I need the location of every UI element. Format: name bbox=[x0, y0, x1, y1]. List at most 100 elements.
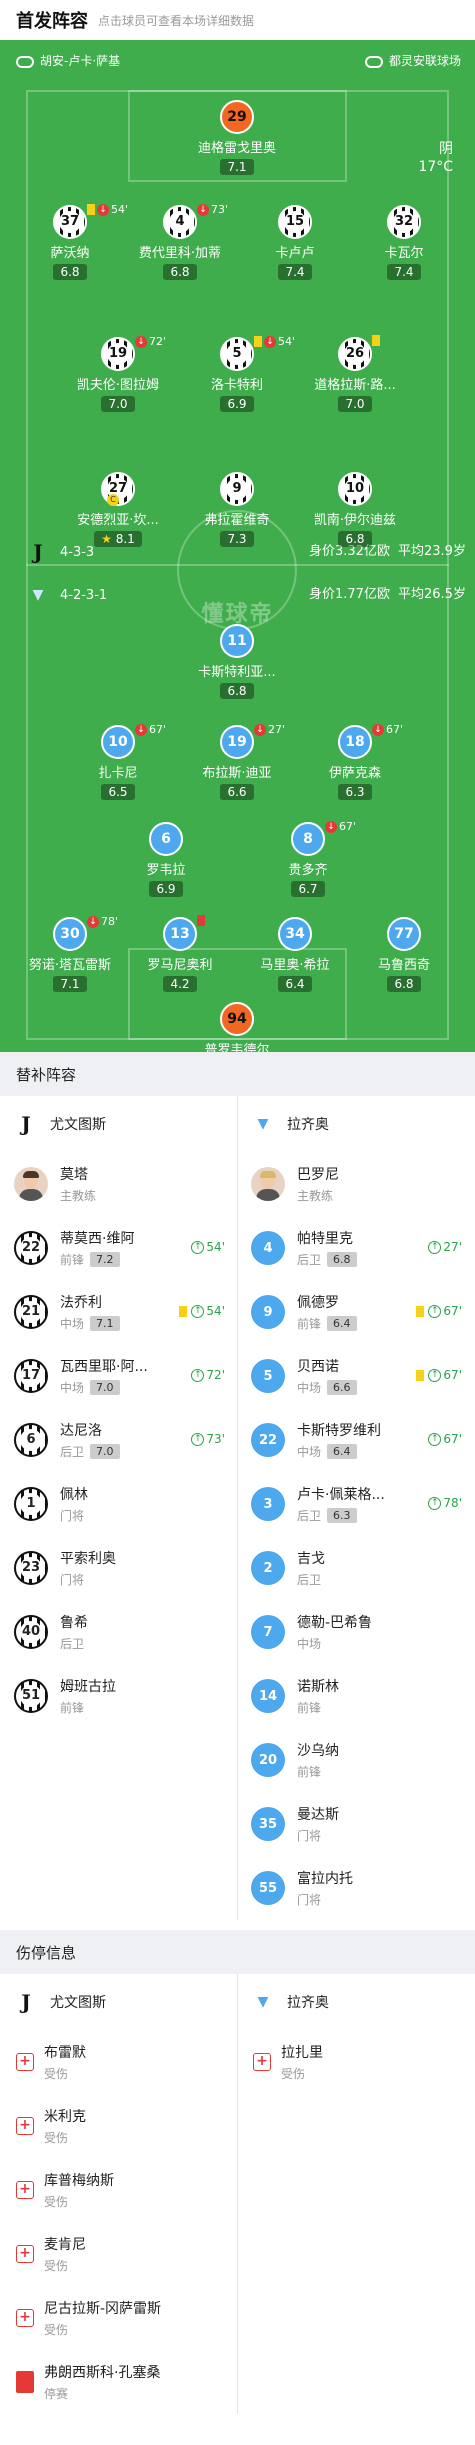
sub-player-row[interactable]: 23 平索利奥 门将 bbox=[0, 1536, 237, 1600]
player-marker[interactable]: 94普罗韦德尔7.1 bbox=[182, 1002, 292, 1052]
sub-player-row[interactable]: 22 蒂莫西·维阿 前锋 7.2 ↑ 54' bbox=[0, 1216, 237, 1280]
jersey-number: 6 bbox=[20, 1429, 42, 1451]
player-marker[interactable]: 13 罗马尼奥利 4.2 bbox=[125, 915, 235, 992]
injury-info: 拉扎里 受伤 bbox=[281, 2042, 323, 2082]
sub-player-meta: 中场 7.1 bbox=[60, 1315, 120, 1332]
sub-player-row[interactable]: 14 诺斯林 前锋 bbox=[237, 1664, 474, 1728]
jersey-number: 9 bbox=[226, 478, 248, 500]
sub-player-row[interactable]: 1 佩林 门将 bbox=[0, 1472, 237, 1536]
injury-row[interactable]: + 拉扎里 受伤 bbox=[237, 2030, 474, 2094]
sub-in-icon: ↑ bbox=[191, 1304, 205, 1318]
player-rating: 6.7 bbox=[291, 881, 325, 897]
sub-player-meta: 后卫 bbox=[60, 1635, 88, 1652]
player-marker[interactable]: 34 马里奥·希拉 6.4 bbox=[240, 917, 350, 992]
player-marker[interactable]: 15 卡卢卢 7.4 bbox=[240, 205, 350, 280]
sub-player-row[interactable]: 20 沙乌纳 前锋 bbox=[237, 1728, 474, 1792]
player-rating: 7.1 bbox=[53, 976, 87, 992]
sub-player-row[interactable]: 3 卢卡·佩莱格... 后卫 6.3 ↑ 78' bbox=[237, 1472, 474, 1536]
jersey-icon: 20 bbox=[251, 1743, 285, 1777]
injury-cross-icon: + bbox=[253, 2053, 271, 2071]
injury-info: 库普梅纳斯 受伤 bbox=[44, 2170, 114, 2210]
player-name: 马鲁西奇 bbox=[377, 958, 430, 973]
jersey-icon: 32 bbox=[387, 205, 421, 239]
player-marker[interactable]: 19 ↓ 72' 凯夫伦·图拉姆 7.0 bbox=[63, 335, 173, 412]
player-marker[interactable]: 37 ↓ 54' 萨沃纳 6.8 bbox=[15, 203, 128, 280]
player-marker[interactable]: 27 C 安德烈亚·坎... ★ 8.1 bbox=[63, 472, 173, 547]
sub-player-name: 卢卡·佩莱格... bbox=[297, 1487, 385, 1503]
jersey-number: 19 bbox=[227, 734, 247, 750]
home-team-row[interactable]: J 尤文图斯 bbox=[0, 1974, 237, 2030]
sub-player-row[interactable]: 9 佩德罗 前锋 6.4 ↑ 67' bbox=[237, 1280, 474, 1344]
injury-row[interactable]: + 麦肯尼 受伤 bbox=[0, 2222, 237, 2286]
sub-player-row[interactable]: 40 鲁希 后卫 bbox=[0, 1600, 237, 1664]
away-team-row[interactable]: ▼ 拉齐奥 bbox=[237, 1096, 474, 1152]
jersey-number: 13 bbox=[170, 926, 190, 942]
sub-player-row[interactable]: 21 法乔利 中场 7.1 ↑ 54' bbox=[0, 1280, 237, 1344]
player-marker[interactable]: 6 罗韦拉 6.9 bbox=[111, 822, 221, 897]
sub-player-info: 富拉内托 门将 bbox=[297, 1868, 353, 1908]
red-card-icon bbox=[197, 915, 205, 926]
jersey-icon: 10 bbox=[338, 472, 372, 506]
lazio-logo-icon: ▼ bbox=[257, 1116, 269, 1132]
sub-player-row[interactable]: 2 吉戈 后卫 bbox=[237, 1536, 474, 1600]
player-name: 卡瓦尔 bbox=[384, 246, 424, 261]
player-marker[interactable]: 9 弗拉霍维奇 7.3 bbox=[182, 472, 292, 547]
home-coach-row[interactable]: 莫塔 主教练 bbox=[0, 1152, 237, 1216]
sub-player-row[interactable]: 7 德勒-巴希鲁 中场 bbox=[237, 1600, 474, 1664]
injury-row[interactable]: + 库普梅纳斯 受伤 bbox=[0, 2158, 237, 2222]
jersey-number: 9 bbox=[263, 1304, 273, 1320]
lineup-title: 首发阵容 bbox=[16, 11, 88, 32]
injury-row[interactable]: 弗朗西斯科·孔塞桑 停赛 bbox=[0, 2350, 237, 2414]
sub-player-row[interactable]: 51 姆班古拉 前锋 bbox=[0, 1664, 237, 1728]
away-coach-row[interactable]: 巴罗尼 主教练 bbox=[237, 1152, 474, 1216]
away-team-row[interactable]: ▼ 拉齐奥 bbox=[237, 1974, 474, 2030]
player-marker[interactable]: 19 ↓ 27' 布拉斯·迪亚 6.6 bbox=[182, 723, 292, 800]
sub-player-row[interactable]: 6 达尼洛 后卫 7.0 ↑ 73' bbox=[0, 1408, 237, 1472]
jersey-number: 32 bbox=[393, 211, 415, 233]
sub-player-position: 中场 bbox=[60, 1317, 85, 1331]
jersey-number: 8 bbox=[303, 831, 313, 847]
player-marker[interactable]: 11 卡斯特利亚... 6.8 bbox=[182, 624, 292, 699]
player-marker[interactable]: 77 马鲁西奇 6.8 bbox=[349, 917, 459, 992]
sub-minute: 72' bbox=[206, 1368, 225, 1382]
player-rating: 7.1 bbox=[220, 159, 254, 175]
player-marker[interactable]: 4 ↓ 73' 费代里科·加蒂 6.8 bbox=[125, 203, 235, 280]
sub-player-info: 鲁希 后卫 bbox=[60, 1612, 88, 1652]
home-team-row[interactable]: J 尤文图斯 bbox=[0, 1096, 237, 1152]
jersey-number: 5 bbox=[226, 343, 248, 365]
player-name: 安德烈亚·坎... bbox=[77, 513, 159, 528]
sub-player-meta: 门将 bbox=[297, 1891, 353, 1908]
player-marker[interactable]: 10 ↓ 67' 扎卡尼 6.5 bbox=[63, 723, 173, 800]
injury-row[interactable]: + 米利克 受伤 bbox=[0, 2094, 237, 2158]
player-name: 凯南·伊尔迪兹 bbox=[313, 513, 397, 528]
sub-player-row[interactable]: 4 帕特里克 后卫 6.8 ↑ 27' bbox=[237, 1216, 474, 1280]
jersey-number: 35 bbox=[258, 1816, 278, 1832]
player-marker[interactable]: 30 ↓ 78' 努诺·塔瓦雷斯 7.1 bbox=[15, 915, 125, 992]
sub-player-rating: 6.4 bbox=[327, 1316, 357, 1331]
player-marker[interactable]: 5 ↓ 54' 洛卡特利 6.9 bbox=[182, 335, 295, 412]
sub-minute: 54' bbox=[206, 1304, 225, 1318]
player-marker[interactable]: 26 道格拉斯·路... 7.0 bbox=[300, 335, 410, 412]
sub-player-row[interactable]: 5 贝西诺 中场 6.6 ↑ 67' bbox=[237, 1344, 474, 1408]
jersey-icon: 40 bbox=[14, 1615, 48, 1649]
player-marker[interactable]: 10 凯南·伊尔迪兹 6.8 bbox=[300, 472, 410, 547]
sub-player-info: 卡斯特罗维利 中场 6.4 bbox=[297, 1420, 381, 1460]
player-marker[interactable]: 8 ↓ 67' 贵多齐 6.7 bbox=[253, 820, 363, 897]
injury-row[interactable]: + 布雷默 受伤 bbox=[0, 2030, 237, 2094]
player-marker[interactable]: 32 卡瓦尔 7.4 bbox=[349, 205, 459, 280]
player-marker[interactable]: 29 迪格雷戈里奥 7.1 bbox=[182, 100, 292, 175]
sub-player-row[interactable]: 17 瓦西里耶·阿... 中场 7.0 ↑ 72' bbox=[0, 1344, 237, 1408]
sub-minute: 73' bbox=[211, 203, 229, 216]
player-event: ↓ 72' bbox=[135, 335, 166, 348]
sub-player-row[interactable]: 35 曼达斯 门将 bbox=[237, 1792, 474, 1856]
sub-event: ↑ 67' bbox=[428, 1432, 462, 1446]
sub-player-row[interactable]: 55 富拉内托 门将 bbox=[237, 1856, 474, 1920]
sub-player-row[interactable]: 22 卡斯特罗维利 中场 6.4 ↑ 67' bbox=[237, 1408, 474, 1472]
sub-in-icon: ↑ bbox=[191, 1432, 205, 1446]
injury-row[interactable]: + 尼古拉斯-冈萨雷斯 受伤 bbox=[0, 2286, 237, 2350]
injury-status: 受伤 bbox=[44, 2195, 69, 2209]
injury-status: 受伤 bbox=[44, 2131, 69, 2145]
player-marker[interactable]: 18 ↓ 67' 伊萨克森 6.3 bbox=[300, 723, 410, 800]
player-event: ↓ 54' bbox=[254, 335, 295, 348]
injury-info: 弗朗西斯科·孔塞桑 停赛 bbox=[44, 2362, 160, 2402]
